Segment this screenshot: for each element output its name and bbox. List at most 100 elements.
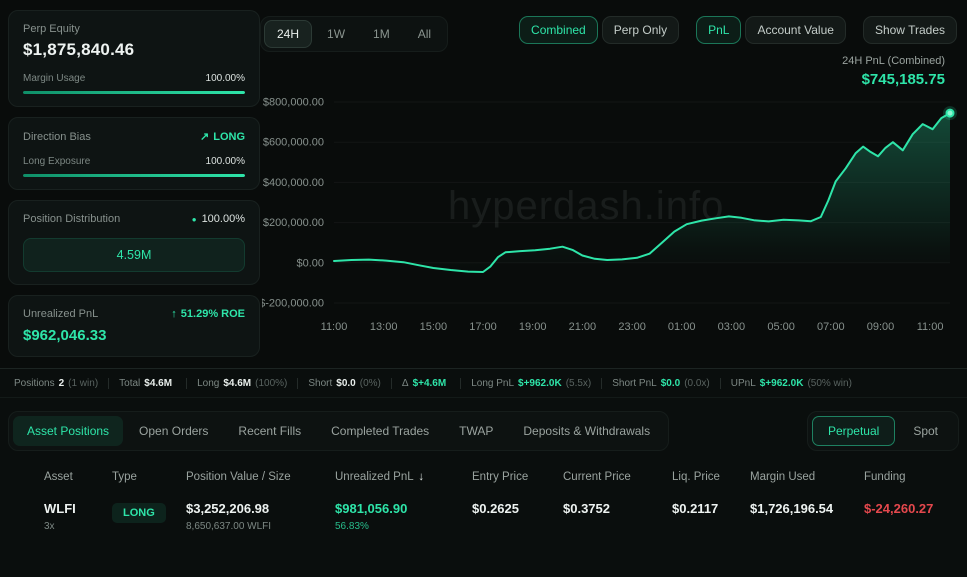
svg-text:$0.00: $0.00 [296,257,324,269]
toggle-pnl[interactable]: PnL [696,16,741,44]
margin-usage-value: 100.00% [206,73,245,84]
cell-position-value: $3,252,206.98 8,650,637.00 WLFI [186,501,335,532]
cell-asset: WLFI 3x [44,501,112,532]
unrealized-pnl-label: Unrealized PnL [23,308,98,320]
col-funding[interactable]: Funding [864,471,951,483]
svg-text:05:00: 05:00 [767,321,795,333]
col-current-price[interactable]: Current Price [563,471,672,483]
tab-deposits-withdrawals[interactable]: Deposits & Withdrawals [509,416,664,446]
stat-long-pnl: Long PnL $+962.0K (5.5x) [461,378,602,389]
position-row[interactable]: WLFI 3x LONG $3,252,206.98 8,650,637.00 … [44,501,951,532]
arrow-up-icon: ↑ [171,308,177,320]
col-unrealized-pnl[interactable]: Unrealized PnL ↓ [335,471,472,483]
toggle-show-trades[interactable]: Show Trades [863,16,957,44]
svg-text:11:00: 11:00 [321,321,348,333]
market-type-group: Perpetual Spot [807,411,959,451]
col-margin-used[interactable]: Margin Used [750,471,864,483]
position-distribution-label: Position Distribution [23,213,120,225]
col-position-value[interactable]: Position Value / Size [186,471,335,483]
svg-text:$400,000.00: $400,000.00 [263,177,324,189]
long-badge: LONG [112,503,166,523]
pnl-summary-label: 24H PnL (Combined) [842,55,945,67]
svg-text:$200,000.00: $200,000.00 [263,217,324,229]
svg-text:23:00: 23:00 [618,321,646,333]
cell-funding: $-24,260.27 [864,501,951,516]
direction-bias-value: ↗ LONG [200,130,245,143]
stat-delta: Δ $+4.6M [392,378,461,389]
unrealized-pnl-card: Unrealized PnL ↑ 51.29% ROE $962,046.33 [8,295,260,357]
positions-section: hyperdash Positions 2 (1 win) Total $4.6… [0,368,967,577]
svg-text:03:00: 03:00 [718,321,746,333]
sort-desc-icon: ↓ [418,471,424,483]
svg-text:$-200,000.00: $-200,000.00 [262,298,324,310]
col-liq-price[interactable]: Liq. Price [672,471,750,483]
stat-positions: Positions 2 (1 win) [14,378,109,389]
stat-short-pnl: Short PnL $0.0 (0.0x) [602,378,721,389]
svg-text:$600,000.00: $600,000.00 [263,137,324,149]
roe-value: ↑ 51.29% ROE [171,308,245,320]
svg-text:17:00: 17:00 [469,321,497,333]
stat-long: Long $4.6M (100%) [187,378,298,389]
hyperdash-dashboard: Perp Equity $1,875,840.46 Margin Usage 1… [0,0,967,577]
stat-upnl: UPnL $+962.0K (50% win) [721,378,862,389]
cell-entry-price: $0.2625 [472,501,563,516]
cell-type: LONG [112,501,186,523]
svg-text:07:00: 07:00 [817,321,845,333]
cell-liq-price: $0.2117 [672,501,750,516]
status-dot-icon: ● [192,215,197,224]
margin-usage-bar [23,91,245,94]
cell-unrealized-pnl: $981,056.90 56.83% [335,501,472,532]
tab-asset-positions[interactable]: Asset Positions [13,416,123,446]
long-exposure-value: 100.00% [206,156,245,167]
long-exposure-bar-fill [23,174,245,177]
stat-total: Total $4.6M [109,378,187,389]
toggle-combined[interactable]: Combined [519,16,598,44]
margin-usage-label: Margin Usage [23,73,85,84]
col-asset[interactable]: Asset [44,471,112,483]
range-tab-1w[interactable]: 1W [314,20,358,48]
market-tab-perpetual[interactable]: Perpetual [812,416,895,446]
long-exposure-label: Long Exposure [23,156,90,167]
unrealized-pnl-value: $962,046.33 [23,327,245,344]
positions-tab-group: Asset Positions Open Orders Recent Fills… [8,411,669,451]
range-tab-1m[interactable]: 1M [360,20,403,48]
tab-open-orders[interactable]: Open Orders [125,416,222,446]
direction-bias-label: Direction Bias [23,131,91,143]
long-exposure-bar [23,174,245,177]
positions-table-header: Asset Type Position Value / Size Unreali… [44,463,951,493]
range-tab-24h[interactable]: 24H [264,20,312,48]
svg-text:09:00: 09:00 [867,321,895,333]
direction-bias-card: Direction Bias ↗ LONG Long Exposure 100.… [8,117,260,190]
toggle-account-value[interactable]: Account Value [745,16,846,44]
tab-twap[interactable]: TWAP [445,416,507,446]
perp-equity-value: $1,875,840.46 [23,40,245,60]
svg-text:$800,000.00: $800,000.00 [263,97,324,109]
col-type[interactable]: Type [112,471,186,483]
range-tab-all[interactable]: All [405,20,444,48]
toggle-perp-only[interactable]: Perp Only [602,16,679,44]
svg-text:15:00: 15:00 [420,321,448,333]
chart-toggles: Combined Perp Only PnL Account Value Sho… [519,16,957,44]
svg-text:19:00: 19:00 [519,321,547,333]
tab-completed-trades[interactable]: Completed Trades [317,416,443,446]
pnl-chart-canvas[interactable]: $800,000.00 $600,000.00 $400,000.00 $200,00… [262,80,961,346]
pnl-chart[interactable]: $800,000.00 $600,000.00 $400,000.00 $200,00… [262,80,961,346]
market-tab-spot[interactable]: Spot [897,416,954,446]
time-range-tabs: 24H 1W 1M All [260,16,448,52]
col-entry-price[interactable]: Entry Price [472,471,563,483]
position-distribution-value: ● 100.00% [192,213,245,225]
position-size-button[interactable]: 4.59M [23,238,245,272]
svg-text:11:00: 11:00 [917,321,944,333]
tab-recent-fills[interactable]: Recent Fills [224,416,315,446]
svg-text:01:00: 01:00 [668,321,696,333]
positions-stats-bar: Positions 2 (1 win) Total $4.6M Long $4.… [0,369,967,398]
stat-short: Short $0.0 (0%) [298,378,392,389]
cell-current-price: $0.3752 [563,501,672,516]
overview-section: Perp Equity $1,875,840.46 Margin Usage 1… [0,0,967,368]
perp-equity-card: Perp Equity $1,875,840.46 Margin Usage 1… [8,10,260,107]
positions-table: Asset Type Position Value / Size Unreali… [0,463,967,532]
svg-text:13:00: 13:00 [370,321,398,333]
position-distribution-card: Position Distribution ● 100.00% 4.59M [8,200,260,285]
trend-up-icon: ↗ [200,130,209,143]
leverage: 3x [44,521,112,532]
